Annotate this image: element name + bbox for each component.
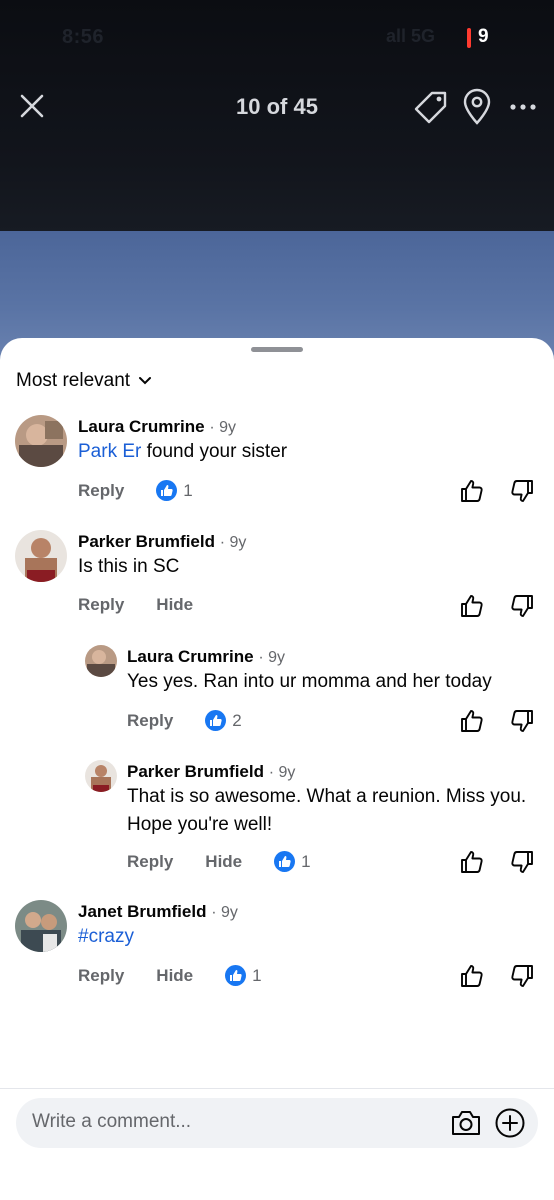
comment-time: · 9y xyxy=(268,764,296,781)
sort-label: Most relevant xyxy=(16,370,131,391)
downvote-icon[interactable] xyxy=(509,593,535,619)
signal-indicator: all 5G xyxy=(386,26,436,46)
comment-text-line: That is so awesome. What a reunion. Miss… xyxy=(127,786,527,807)
comment-time: · 9y xyxy=(219,534,247,551)
avatar[interactable] xyxy=(15,900,67,952)
comment-author[interactable]: Laura Crumrine xyxy=(127,647,254,666)
downvote-icon[interactable] xyxy=(509,478,535,504)
upvote-icon[interactable] xyxy=(459,478,485,504)
comment-text: #crazy xyxy=(78,923,134,951)
tag-icon[interactable] xyxy=(412,88,450,126)
like-reaction-icon xyxy=(225,965,247,986)
sort-dropdown[interactable]: Most relevant xyxy=(16,370,152,392)
reply-button[interactable]: Reply xyxy=(127,711,173,731)
like-reaction-icon xyxy=(274,851,296,872)
comment-header: Parker Brumfield · 9y xyxy=(78,532,246,552)
reply-button[interactable]: Reply xyxy=(78,481,124,501)
hide-button[interactable]: Hide xyxy=(156,595,193,615)
comment-text: Park Er found your sister xyxy=(78,438,287,466)
camera-icon[interactable] xyxy=(450,1108,482,1138)
like-count: 1 xyxy=(183,480,193,500)
avatar[interactable] xyxy=(15,415,67,467)
viewer-toolbar: 10 of 45 xyxy=(0,84,554,130)
comment-author[interactable]: Parker Brumfield xyxy=(78,532,215,551)
status-bar: 8:56 all 5G 9 xyxy=(0,20,554,56)
comment-author[interactable]: Laura Crumrine xyxy=(78,417,205,436)
comment-composer xyxy=(16,1098,538,1148)
comment-text: That is so awesome. What a reunion. Miss… xyxy=(127,783,526,839)
comment-author[interactable]: Parker Brumfield xyxy=(127,762,264,781)
comment-actions: Reply 1 xyxy=(78,480,193,501)
upvote-icon[interactable] xyxy=(459,708,485,734)
comment-text-line: Hope you're well! xyxy=(127,814,273,835)
status-time: 8:56 xyxy=(62,26,105,48)
comment-header: Janet Brumfield · 9y xyxy=(78,902,238,922)
reaction-count[interactable]: 1 xyxy=(225,965,262,986)
comments-sheet: Most relevant Laura Crumrine · 9y Park E… xyxy=(0,338,554,1200)
avatar[interactable] xyxy=(85,645,117,677)
reaction-count[interactable]: 1 xyxy=(274,851,311,872)
chevron-down-icon xyxy=(139,377,152,385)
sheet-drag-handle[interactable] xyxy=(251,347,303,352)
reply-button[interactable]: Reply xyxy=(127,852,173,872)
avatar[interactable] xyxy=(85,760,117,792)
comment-time: · 9y xyxy=(211,904,238,921)
downvote-icon[interactable] xyxy=(509,708,535,734)
comment-author[interactable]: Janet Brumfield xyxy=(78,902,206,921)
hide-button[interactable]: Hide xyxy=(156,966,193,986)
comment-actions: Reply Hide 1 xyxy=(78,965,262,986)
reaction-count[interactable]: 2 xyxy=(205,710,242,731)
comment-header: Laura Crumrine · 9y xyxy=(78,417,236,437)
comment-actions: Reply 2 xyxy=(127,710,242,731)
hashtag-link[interactable]: #crazy xyxy=(78,926,134,947)
reply-button[interactable]: Reply xyxy=(78,966,124,986)
comment-text: Yes yes. Ran into ur momma and her today xyxy=(127,671,492,692)
comment-header: Laura Crumrine · 9y xyxy=(127,647,285,667)
comment-input[interactable] xyxy=(32,1111,412,1133)
comment-text-body: found your sister xyxy=(141,441,288,462)
reaction-count[interactable]: 1 xyxy=(156,480,193,501)
comment-actions: Reply Hide xyxy=(78,595,193,615)
upvote-icon[interactable] xyxy=(459,963,485,989)
upvote-icon[interactable] xyxy=(459,849,485,875)
comment-actions: Reply Hide 1 xyxy=(127,851,311,872)
downvote-icon[interactable] xyxy=(509,963,535,989)
battery-icon xyxy=(467,28,471,48)
comment-time: · 9y xyxy=(258,649,285,666)
location-pin-icon[interactable] xyxy=(460,88,494,126)
like-reaction-icon xyxy=(156,480,178,501)
comment-header: Parker Brumfield · 9y xyxy=(127,762,295,782)
more-icon[interactable] xyxy=(505,88,541,126)
like-count: 2 xyxy=(232,710,242,730)
downvote-icon[interactable] xyxy=(509,849,535,875)
like-count: 1 xyxy=(252,965,262,985)
composer-divider xyxy=(0,1088,554,1089)
hide-button[interactable]: Hide xyxy=(205,852,242,872)
upvote-icon[interactable] xyxy=(459,593,485,619)
like-reaction-icon xyxy=(205,710,227,731)
reply-button[interactable]: Reply xyxy=(78,595,124,615)
avatar[interactable] xyxy=(15,530,67,582)
like-count: 1 xyxy=(301,851,311,871)
comment-time: · 9y xyxy=(209,419,236,436)
mention-link[interactable]: Park Er xyxy=(78,441,141,462)
battery-level: 9 xyxy=(478,26,489,47)
comment-text: Is this in SC xyxy=(78,556,180,577)
add-icon[interactable] xyxy=(494,1107,526,1139)
